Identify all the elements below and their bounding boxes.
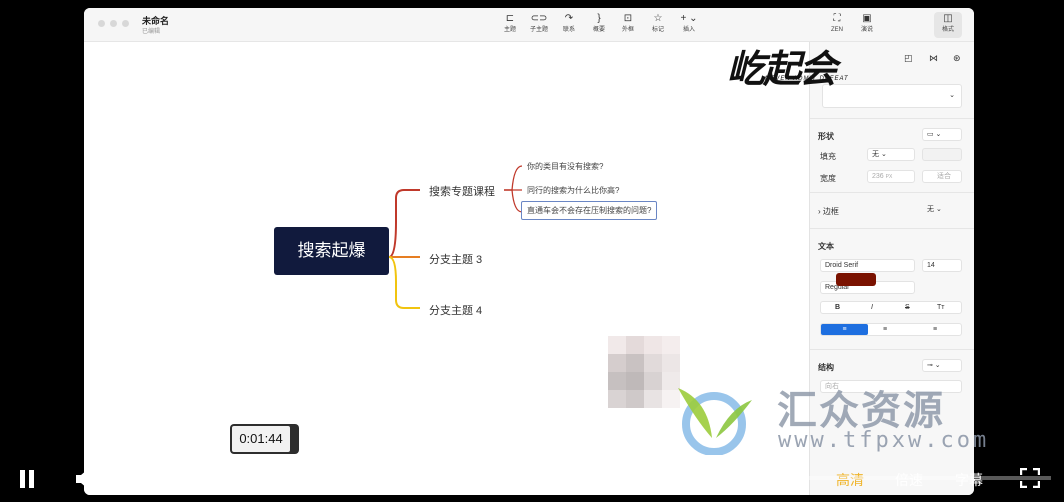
boundary-button[interactable]: ⊡ 外框 [613,12,643,38]
zen-button[interactable]: ⛶ ZEN [822,12,852,38]
relationship-icon: ↷ [564,13,574,24]
seek-bar[interactable] [243,476,1051,480]
subtopic-2[interactable]: 同行的搜索为什么比你高? [527,185,619,196]
channel-logo: 屹起会 NEVER ADMIT DEFEAT [727,38,867,91]
time-separator: / [160,471,164,487]
branch-connector-3 [388,256,420,309]
summary-button[interactable]: } 概要 [584,12,614,38]
video-player: 未命名 已编辑 ⊏ 主题 ⊂⊃ 子主题 ↷ 联系 } 概要 ⊡ 外框 ☆ 标记 + ⌄ 插入 … [0,0,1064,502]
star-icon: ☆ [653,13,663,24]
close-window-dot[interactable] [98,20,105,27]
italic-button[interactable]: I [871,302,873,313]
subtopic-3-selected[interactable]: 直通车会不会存在压制搜索的问题? [521,201,658,220]
branch-topic-2[interactable]: 分支主题 3 [429,251,482,267]
seek-bar-handle[interactable] [254,468,275,488]
width-input[interactable]: 236 PX [867,170,915,183]
subtopic-button[interactable]: ⊂⊃ 子主题 [524,12,554,38]
boundary-icon: ⊡ [623,13,633,24]
topic-icon: ⊏ [505,13,515,24]
align-center-button[interactable]: ≡ [883,324,887,335]
speed-button[interactable]: 倍速 [895,470,923,490]
branch-topic-3[interactable]: 分支主题 4 [429,302,482,318]
fit-button[interactable]: 适合 [922,170,962,183]
watermark-site-url: www.tfpxw.com [778,428,990,453]
quality-button[interactable]: 高清 [836,470,864,490]
shape-section-title: 形状 [818,132,834,141]
sub-connector-1 [504,165,523,191]
branch-connector-1 [388,189,420,258]
plus-icon: + ⌄ [680,13,698,24]
font-size-select[interactable]: 14 [922,259,962,272]
app-titlebar: 未命名 已编辑 ⊏ 主题 ⊂⊃ 子主题 ↷ 联系 } 概要 ⊡ 外框 ☆ 标记 + ⌄ 插入 … [84,8,974,42]
logo-subtitle: NEVER ADMIT DEFEAT [765,76,849,82]
root-topic[interactable]: 搜索起爆 [274,227,389,275]
maximize-window-dot[interactable] [122,20,129,27]
width-label: 宽度 [820,174,836,183]
align-toolbar: ≡ ≡ ≡ [820,323,962,336]
subtopic-icon: ⊂⊃ [530,13,548,24]
theme-icon[interactable]: ⊛ [953,53,961,64]
panel-icon: ◫ [943,13,953,24]
chevron-down-icon: ⌄ [949,92,955,99]
align-right-button[interactable]: ≡ [933,324,937,335]
present-button[interactable]: ▣ 演说 [852,12,882,38]
fill-label: 填充 [820,152,836,161]
branch-style-icon[interactable]: ⋈ [929,53,938,64]
text-section-title: 文本 [818,242,834,251]
font-family-select[interactable]: Droid Serif [820,259,915,272]
document-status: 已编辑 [142,29,161,35]
volume-icon[interactable] [74,467,100,491]
text-style-toolbar: B I S Tт [820,301,962,314]
structure-dropdown[interactable]: ⊸ ⌄ [922,359,962,372]
relationship-button[interactable]: ↷ 联系 [554,12,584,38]
text-color-swatch[interactable] [836,273,876,286]
subtopic-1[interactable]: 你的类目有没有搜索? [527,161,603,172]
marker-button[interactable]: ☆ 标记 [643,12,673,38]
topic-button[interactable]: ⊏ 主题 [495,12,525,38]
sub-connector-3 [504,189,523,213]
align-left-button[interactable]: ≡ [821,324,868,335]
branch-topic-1[interactable]: 搜索专题课程 [429,183,495,199]
fullscreen-corners-icon: ⛶ [833,13,841,24]
fill-dropdown[interactable]: 无 ⌄ [867,148,915,161]
subtitle-button[interactable]: 字幕 [955,470,983,490]
text-case-button[interactable]: Tт [937,302,944,313]
logo-text: 屹起会 [727,47,837,91]
pause-icon[interactable] [18,469,36,489]
total-time: 1:04:30 [173,471,220,487]
structure-section-title: 结构 [818,363,834,372]
format-button[interactable]: ◫ 格式 [934,12,962,38]
leaf-logo-icon [678,388,752,455]
summary-icon: } [597,13,601,24]
shape-dropdown[interactable]: ▭ ⌄ [922,128,962,141]
current-time: 1:44 [124,471,152,487]
seek-tooltip: 0:01:44 [230,424,299,454]
play-screen-icon: ▣ [862,13,872,24]
strikethrough-button[interactable]: S [905,302,910,313]
insert-button[interactable]: + ⌄ 插入 [674,12,704,38]
minimize-window-dot[interactable] [110,20,117,27]
seek-tooltip-time: 0:01:44 [232,426,290,452]
sticker-icon[interactable]: ◰ [904,53,913,64]
border-dropdown[interactable]: 无 ⌄ [922,203,962,216]
bold-button[interactable]: B [835,302,840,313]
fill-color-swatch[interactable] [922,148,962,161]
border-section-title[interactable]: › 边框 [818,206,839,217]
